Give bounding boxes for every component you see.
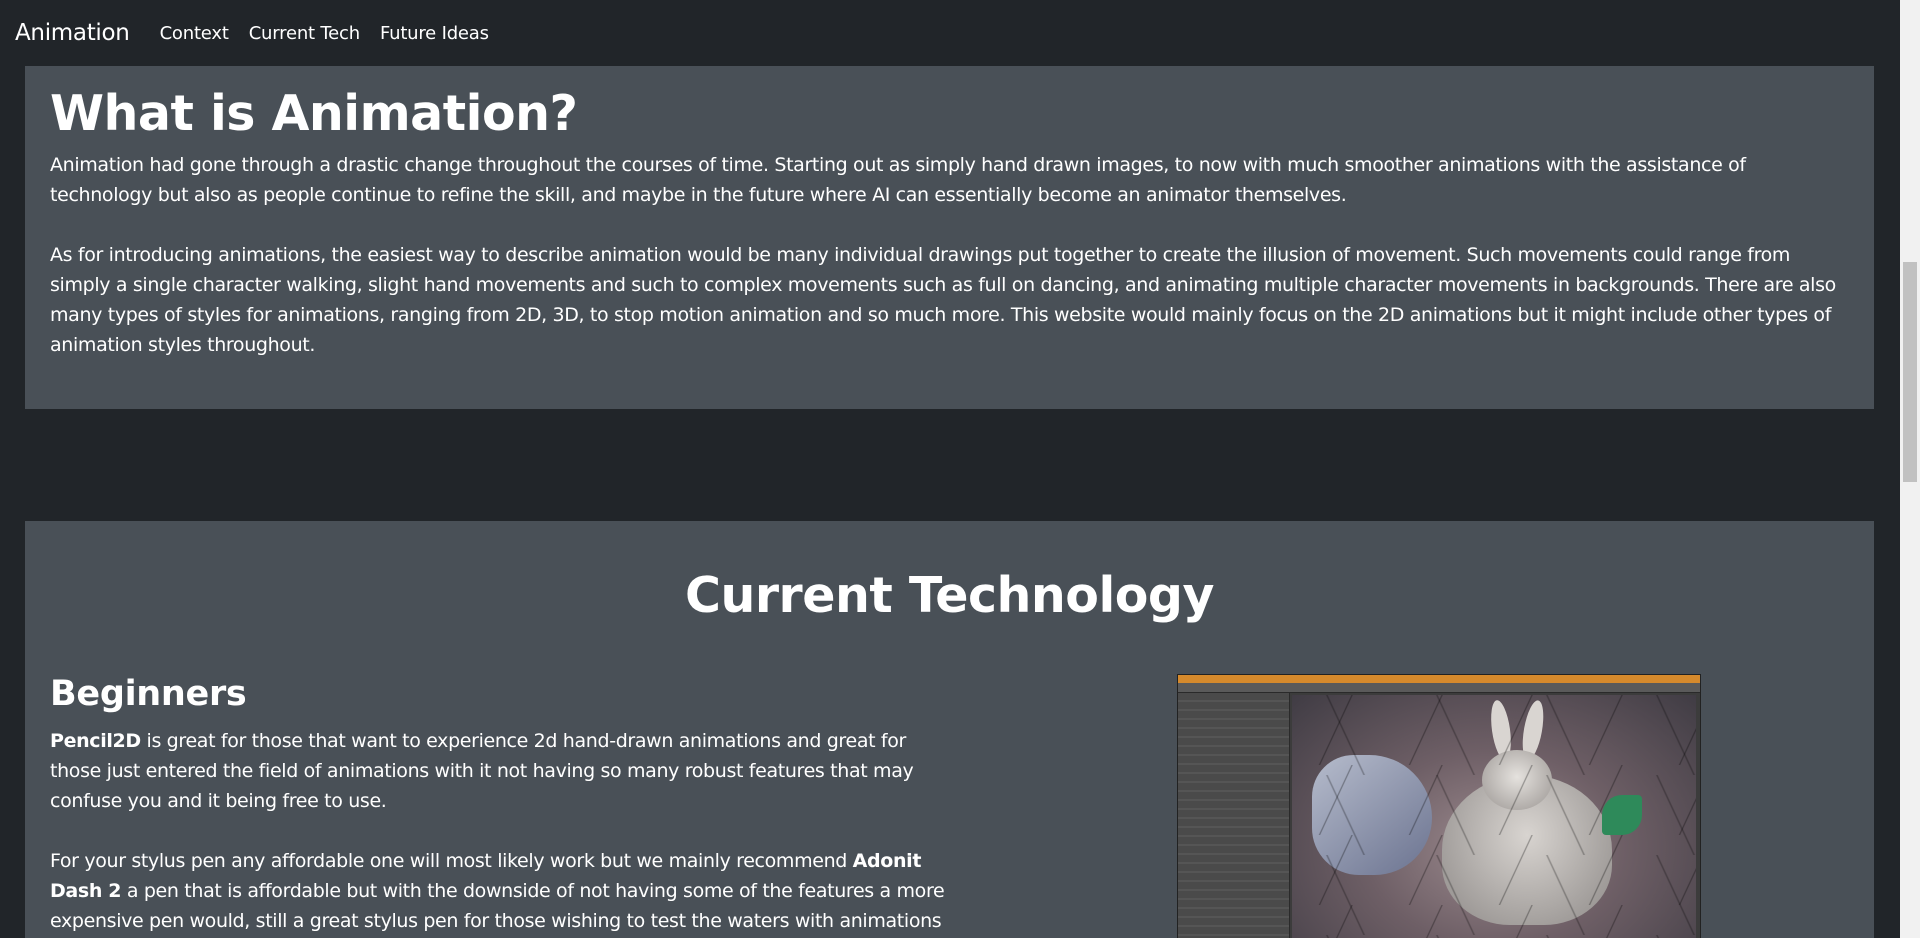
scene-rig-lines [1292,695,1696,938]
screenshot-titlebar [1178,675,1700,683]
tech-title: Current Technology [685,567,1214,624]
nav-link-current-tech[interactable]: Current Tech [249,23,360,44]
intro-paragraph-2: As for introducing animations, the easie… [50,244,1836,357]
stylus-text-start: For your stylus pen any affordable one w… [50,850,853,872]
tech-row: Beginners Pencil2D is great for those th… [50,674,1849,938]
page-scrollbar[interactable] [1900,0,1920,938]
scrollbar-thumb[interactable] [1903,262,1917,482]
page: Animation Context Current Tech Future Id… [0,0,1920,938]
beginners-column: Beginners Pencil2D is great for those th… [50,674,945,938]
intro-section: What is Animation? Animation had gone th… [25,66,1874,409]
intro-title: What is Animation? [50,85,578,142]
pencil2d-name: Pencil2D [50,730,141,752]
software-screenshot-image [1177,674,1701,938]
nav-link-future-ideas[interactable]: Future Ideas [380,23,489,44]
nav-link-context[interactable]: Context [160,23,229,44]
intro-paragraph-1: Animation had gone through a drastic cha… [50,154,1746,207]
beginners-heading: Beginners [50,674,247,714]
pencil2d-text: is great for those that want to experien… [50,730,914,812]
screenshot-viewport [1292,695,1696,938]
navbar: Animation Context Current Tech Future Id… [0,0,1900,66]
tech-section: Current Technology Beginners Pencil2D is… [25,521,1874,938]
screenshot-outliner [1178,693,1290,938]
pencil2d-paragraph: Pencil2D is great for those that want to… [50,726,950,816]
screenshot-menubar [1178,683,1700,693]
stylus-text-rest: a pen that is affordable but with the do… [50,880,945,932]
stylus-paragraph: For your stylus pen any affordable one w… [50,846,950,938]
navbar-brand[interactable]: Animation [15,20,130,46]
